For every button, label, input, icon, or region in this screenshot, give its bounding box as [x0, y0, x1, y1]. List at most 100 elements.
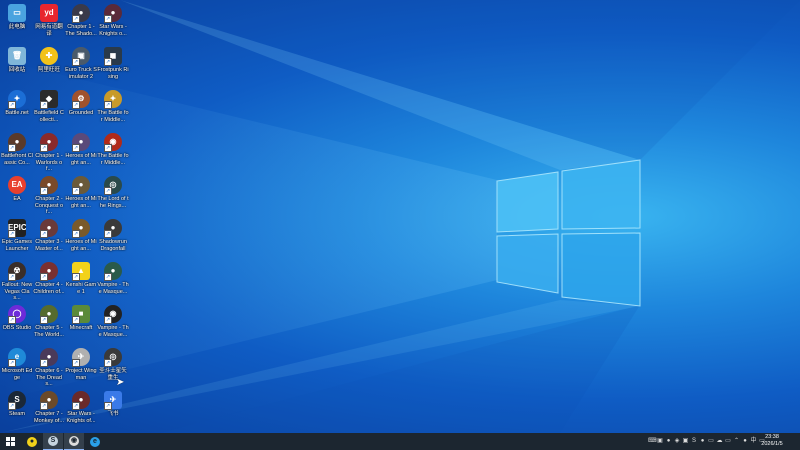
- desktop-icon[interactable]: EPIC ↗ Epic Games Launcher: [1, 217, 33, 257]
- shortcut-arrow-icon: ↗: [8, 316, 16, 324]
- desktop-icon[interactable]: ☢ ↗ Fallout: New Vegas Clas...: [1, 260, 33, 301]
- shortcut-arrow-icon: ↗: [8, 144, 16, 152]
- start-button[interactable]: [0, 433, 20, 450]
- desktop-icon[interactable]: ● ↗ Heroes of Might an...: [65, 217, 97, 257]
- desktop-icon[interactable]: ▣ ↗ Euro Truck Simulator 2: [65, 45, 97, 85]
- desktop-icon-label: Shadowrun Dragonfall: [99, 239, 127, 252]
- desktop-icon-label: Chapter 5 - The World...: [34, 325, 64, 338]
- obs-icon: ◉: [69, 436, 79, 446]
- desktop-icon[interactable]: S ↗ Steam: [1, 389, 33, 429]
- taskbar-app-yellow[interactable]: ●: [22, 433, 42, 450]
- desktop-icon[interactable]: ▭ 此电脑: [1, 2, 33, 42]
- desktop-icon[interactable]: ✚ 阿里旺旺: [33, 45, 65, 85]
- shortcut-arrow-icon: ↗: [72, 144, 80, 152]
- shortcut-arrow-icon: ↗: [72, 15, 80, 23]
- desktop[interactable]: ▭ 此电脑 🗑 回收站 ✦ ↗ Battle.net ● ↗ Battlefront Classi…: [0, 0, 800, 433]
- desktop-icon-label: The Battle for Middle...: [97, 110, 129, 123]
- desktop-icon[interactable]: ■ ↗ Minecraft: [65, 303, 97, 343]
- shortcut-arrow-icon: ↗: [104, 15, 112, 23]
- desktop-icon[interactable]: ● ↗ Chapter 2 - Conquest of...: [33, 174, 65, 215]
- shortcut-arrow-icon: ↗: [8, 402, 16, 410]
- desktop-icon[interactable]: ● ↗ Chapter 6 - The Dreads...: [33, 346, 65, 387]
- desktop-icon[interactable]: ● ↗ Chapter 1 - Warlords of...: [33, 131, 65, 172]
- desktop-icon[interactable]: ✦ ↗ The Battle for Middle...: [97, 88, 129, 128]
- desktop-icon-label: Heroes of Might an...: [65, 239, 97, 252]
- app-tray-icon[interactable]: ●: [665, 437, 672, 445]
- cloud-icon[interactable]: ☁: [716, 437, 723, 445]
- clock[interactable]: 23:38 2026/1/5: [752, 434, 792, 448]
- shortcut-arrow-icon: ↗: [72, 316, 80, 324]
- nvidia-icon[interactable]: ▣: [657, 437, 664, 445]
- desktop-icon[interactable]: ● ↗ Chapter 5 - The World...: [33, 303, 65, 343]
- shortcut-arrow-icon: ↗: [104, 58, 112, 66]
- desktop-icon-label: 回收站: [8, 67, 26, 73]
- desktop-icon[interactable]: ✈ ↗ Project Wingman: [65, 346, 97, 386]
- desktop-icon[interactable]: ◎ ↗ The Lord of the Rings...: [97, 174, 129, 214]
- shortcut-arrow-icon: ↗: [104, 230, 112, 238]
- taskbar-steam[interactable]: S: [43, 433, 63, 450]
- desktop-icon[interactable]: ● ↗ Star Wars - Knights of...: [65, 389, 97, 429]
- shortcut-arrow-icon: ↗: [72, 402, 80, 410]
- desktop-icon-label: 此电脑: [8, 24, 26, 30]
- desktop-icon[interactable]: ● ↗ Shadowrun Dragonfall: [97, 217, 129, 257]
- taskbar-edge[interactable]: e: [85, 433, 105, 450]
- desktop-icon-label: Heroes of Might an...: [65, 153, 97, 166]
- desktop-icon-label: Chapter 1 - Warlords of...: [35, 153, 63, 172]
- desktop-icon[interactable]: EA EA: [1, 174, 33, 214]
- desktop-icon[interactable]: ● ↗ Star Wars - Knights o...: [97, 2, 129, 42]
- desktop-icon[interactable]: ● ↗ Chapter 7 - Monkey of...: [33, 389, 65, 429]
- shield-icon[interactable]: ◈: [674, 437, 681, 445]
- lock-icon[interactable]: ▣: [682, 437, 689, 445]
- desktop-icon-label: 网易有道翻译: [35, 24, 63, 37]
- desktop-icon-label: Epic Games Launcher: [2, 239, 32, 252]
- desktop-icon-label: Steam: [9, 411, 25, 417]
- desktop-icon[interactable]: ✈ ↗ 飞书: [97, 389, 129, 429]
- app2-tray-icon[interactable]: ▭: [725, 437, 732, 445]
- chevron-icon[interactable]: ⌃: [733, 437, 740, 445]
- desktop-icon-label: Chapter 7 - Monkey of...: [34, 411, 64, 424]
- desktop-icon[interactable]: ◯ ↗ OBS Studio: [1, 303, 33, 343]
- language-icon[interactable]: ⌨: [648, 437, 657, 445]
- desktop-icon[interactable]: ● ↗ Heroes of Might an...: [65, 174, 97, 214]
- desktop-icon[interactable]: yd 网易有道翻译: [33, 2, 65, 42]
- shortcut-arrow-icon: ↗: [104, 144, 112, 152]
- desktop-icon[interactable]: ● ↗ Chapter 4 - Children of...: [33, 260, 65, 300]
- desktop-icon[interactable]: ● ↗ Chapter 3 - Master of...: [33, 217, 65, 257]
- desktop-icon[interactable]: ▲ ↗ Kenshi Game 1: [65, 260, 97, 300]
- desktop-icon-label: Chapter 1 - The Shado...: [65, 24, 97, 37]
- desktop-icon[interactable]: ● ↗ Chapter 1 - The Shado...: [65, 2, 97, 42]
- desktop-icon-label: Battlefield Collecti...: [34, 110, 64, 123]
- desktop-icon-label: Chapter 4 - Children of...: [33, 282, 65, 295]
- desktop-icon[interactable]: ● ↗ Battlefront Classic Co...: [1, 131, 33, 171]
- desktop-icon[interactable]: ● ↗ Vampire - The Masque...: [97, 260, 129, 300]
- desktop-icon[interactable]: ◉ ↗ Vampire - The Masque...: [97, 303, 129, 343]
- recycle-bin-icon: 🗑: [8, 47, 26, 65]
- shortcut-arrow-icon: ↗: [40, 101, 48, 109]
- desktop-icon[interactable]: ✦ ↗ Battle.net: [1, 88, 33, 128]
- desktop-icon-label: Chapter 3 - Master of...: [35, 239, 63, 252]
- desktop-icon[interactable]: ◼ ↗ Frostpunk Rising: [97, 45, 129, 85]
- desktop-icon-label: Star Wars - Knights of...: [66, 411, 96, 424]
- shortcut-arrow-icon: ↗: [72, 230, 80, 238]
- desktop-icon-label: Heroes of Might an...: [65, 196, 97, 209]
- desktop-icon[interactable]: ● ↗ Heroes of Might an...: [65, 131, 97, 171]
- desktop-icon-label: 阿里旺旺: [37, 67, 60, 73]
- desktop-icon[interactable]: ◆ ↗ Battlefield Collecti...: [33, 88, 65, 128]
- desktop-icon[interactable]: ◉ ↗ The Battle for Middle...: [97, 131, 129, 171]
- desktop-icon-label: Vampire - The Masque...: [97, 282, 129, 295]
- steam-tray-icon[interactable]: S: [691, 437, 698, 445]
- network-icon[interactable]: ▭: [708, 437, 715, 445]
- shortcut-arrow-icon: ↗: [8, 101, 16, 109]
- wechat-icon[interactable]: ●: [699, 437, 706, 445]
- shortcut-arrow-icon: ↗: [40, 144, 48, 152]
- desktop-icon[interactable]: ⚙ ↗ Grounded: [65, 88, 97, 128]
- desktop-icon[interactable]: e ↗ Microsoft Edge: [1, 346, 33, 386]
- shortcut-arrow-icon: ↗: [8, 359, 16, 367]
- shortcut-arrow-icon: ↗: [72, 359, 80, 367]
- taskbar-obs[interactable]: ◉: [64, 433, 84, 450]
- shortcut-arrow-icon: ↗: [104, 402, 112, 410]
- desktop-icon[interactable]: 🗑 回收站: [1, 45, 33, 85]
- desktop-icon-label: Chapter 6 - The Dreads...: [35, 368, 63, 387]
- shortcut-arrow-icon: ↗: [104, 187, 112, 195]
- microphone-icon[interactable]: ●: [742, 437, 749, 445]
